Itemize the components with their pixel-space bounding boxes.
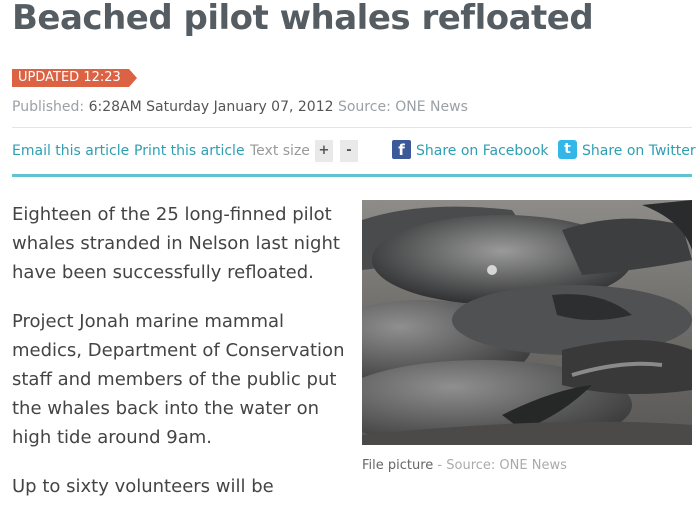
text-size-increase-button[interactable]: +: [315, 140, 333, 162]
article-meta: Published: 6:28AM Saturday January 07, 2…: [12, 99, 468, 115]
whale-photo: [362, 200, 692, 445]
published-date: 6:28AM Saturday January 07, 2012: [88, 99, 334, 115]
article-toolbar: Email this article Print this article Te…: [12, 138, 696, 166]
paragraph: Eighteen of the 25 long-finned pilot wha…: [12, 204, 340, 283]
article-body: Eighteen of the 25 long-finned pilot wha…: [12, 200, 347, 521]
share-facebook-link[interactable]: Share on Facebook: [416, 143, 549, 159]
divider: [12, 127, 692, 128]
print-article-link[interactable]: Print this article: [134, 143, 245, 159]
published-label: Published:: [12, 99, 85, 115]
source-value: ONE News: [395, 99, 468, 115]
twitter-icon[interactable]: t: [558, 140, 577, 159]
email-article-link[interactable]: Email this article: [12, 143, 129, 159]
facebook-icon[interactable]: f: [392, 140, 411, 159]
caption-text: File picture: [362, 458, 434, 473]
paragraph: Up to sixty volunteers will be: [12, 476, 274, 497]
photo-caption: File picture - Source: ONE News: [362, 458, 567, 473]
caption-separator: -: [433, 458, 447, 473]
updated-badge: UPDATED 12:23: [12, 69, 137, 87]
share-twitter-link[interactable]: Share on Twitter: [582, 143, 696, 159]
whale-photo-illustration: [362, 200, 692, 445]
page-title: Beached pilot whales refloated: [12, 0, 594, 38]
paragraph: Project Jonah marine mammal medics, Depa…: [12, 311, 345, 448]
toolbar-divider: [12, 174, 692, 177]
text-size-decrease-button[interactable]: -: [340, 140, 358, 162]
text-size-label: Text size: [250, 143, 310, 159]
source-label: Source:: [337, 99, 391, 115]
caption-source: Source: ONE News: [446, 458, 567, 473]
